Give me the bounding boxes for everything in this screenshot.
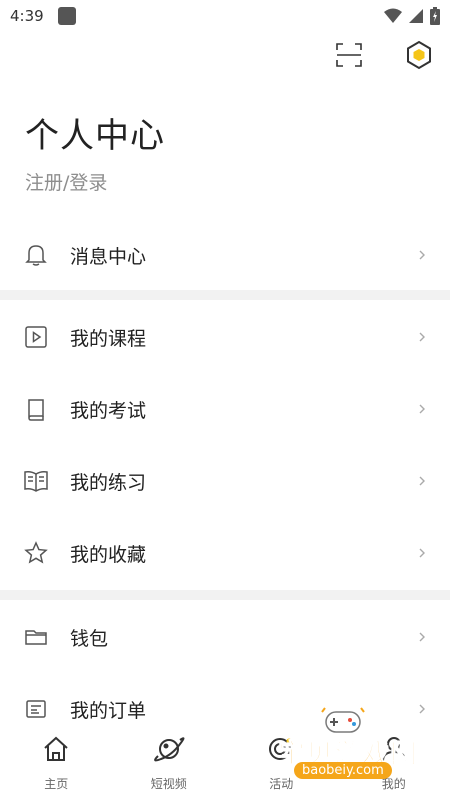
menu-label-courses: 我的课程: [70, 327, 147, 350]
menu-label-practice: 我的练习: [70, 471, 147, 494]
chevron-right-icon: [418, 330, 428, 344]
app-notification-icon: [57, 7, 76, 25]
page-title: 个人中心: [25, 116, 165, 156]
menu-label-orders: 我的订单: [70, 699, 147, 722]
chevron-right-icon: [418, 402, 428, 416]
book-icon: [23, 396, 49, 422]
tab-home-label: 主页: [44, 777, 69, 791]
menu-label-wallet: 钱包: [70, 627, 109, 650]
menu-item-wallet[interactable]: 钱包: [0, 602, 450, 672]
star-icon: [23, 540, 49, 566]
menu-item-courses[interactable]: 我的课程: [0, 302, 450, 372]
scan-icon: [336, 43, 362, 67]
status-bar: 4:39: [0, 0, 450, 32]
wifi-icon: [384, 8, 402, 23]
register-login-link[interactable]: 注册/登录: [25, 168, 107, 195]
menu-label-exams: 我的考试: [70, 399, 147, 422]
battery-icon: [430, 7, 440, 25]
chevron-right-icon: [418, 546, 428, 560]
settings-button[interactable]: [402, 38, 436, 72]
order-list-icon: [23, 696, 49, 722]
tab-home[interactable]: 主页: [0, 723, 113, 800]
scan-button[interactable]: [332, 38, 366, 72]
top-actions: [332, 38, 436, 72]
video-play-icon: [23, 324, 49, 350]
chevron-right-icon: [418, 248, 428, 262]
watermark-url: baobeiy.com: [294, 762, 392, 779]
wallet-icon: [23, 624, 49, 650]
open-book-icon: [23, 468, 49, 494]
status-time: 4:39: [10, 7, 44, 25]
menu-label-messages: 消息中心: [70, 245, 147, 268]
menu-label-favorites: 我的收藏: [70, 543, 147, 566]
hexagon-settings-icon: [407, 40, 431, 70]
chevron-right-icon: [418, 474, 428, 488]
signal-icon: [409, 9, 423, 23]
home-icon: [38, 731, 74, 767]
planet-icon: [151, 731, 187, 767]
bell-icon: [23, 242, 49, 268]
watermark: 宝贝游戏网 baobeiy.com: [268, 704, 428, 784]
tab-short-video-label: 短视频: [150, 777, 187, 791]
tab-short-video[interactable]: 短视频: [113, 723, 226, 800]
section-divider: [0, 590, 450, 600]
status-icons: [384, 7, 440, 25]
menu-item-practice[interactable]: 我的练习: [0, 446, 450, 516]
section-divider: [0, 290, 450, 300]
menu-item-favorites[interactable]: 我的收藏: [0, 518, 450, 588]
chevron-right-icon: [418, 630, 428, 644]
menu-item-messages[interactable]: 消息中心: [0, 220, 450, 290]
menu-item-exams[interactable]: 我的考试: [0, 374, 450, 444]
